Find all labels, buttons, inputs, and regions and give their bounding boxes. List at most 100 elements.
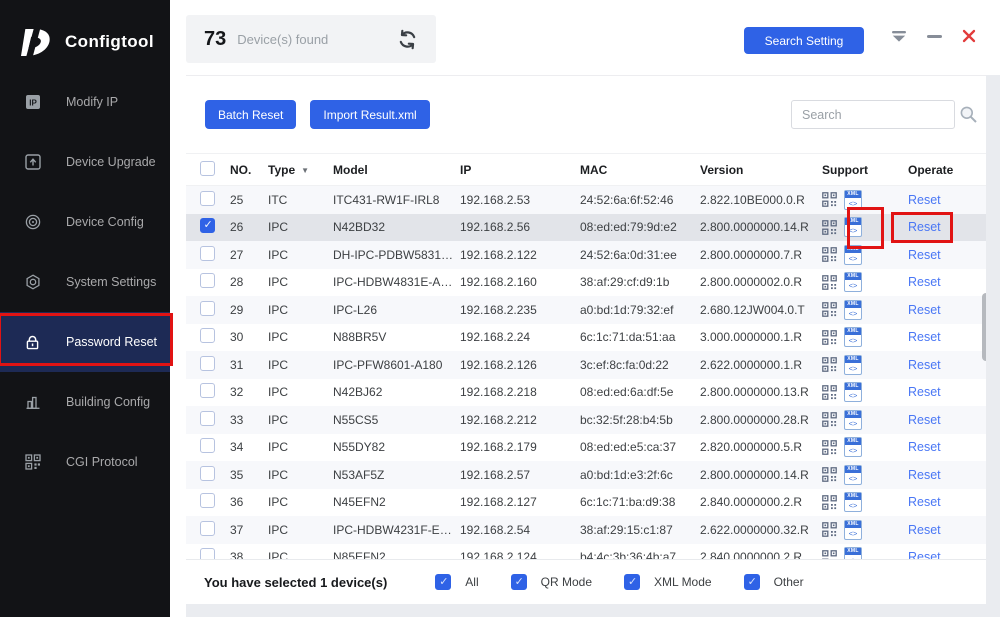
table-row[interactable]: 37 IPC IPC-HDBW4231F-E2-M 192.168.2.54 3… xyxy=(186,516,986,544)
reset-link[interactable]: Reset xyxy=(908,358,941,372)
cell-version: 2.800.0000000.14.R xyxy=(700,468,822,482)
close-icon[interactable] xyxy=(962,29,976,43)
xml-icon-code: <> xyxy=(845,363,861,374)
reset-link[interactable]: Reset xyxy=(908,193,941,207)
select-all-checkbox[interactable] xyxy=(200,161,215,176)
cell-support: XML <> xyxy=(822,465,908,485)
search-icon[interactable] xyxy=(959,105,978,124)
table-row[interactable]: 31 IPC IPC-PFW8601-A180 192.168.2.126 3c… xyxy=(186,351,986,379)
reset-link[interactable]: Reset xyxy=(908,330,941,344)
svg-text:IP: IP xyxy=(29,99,37,108)
filter-other[interactable]: Other xyxy=(744,574,804,590)
table-row[interactable]: 29 IPC IPC-L26 192.168.2.235 a0:bd:1d:79… xyxy=(186,296,986,324)
filter-qr-mode[interactable]: QR Mode xyxy=(511,574,592,590)
row-checkbox[interactable] xyxy=(200,191,215,206)
sidebar-item-device-config[interactable]: Device Config xyxy=(0,192,170,252)
table-row[interactable]: 35 IPC N53AF5Z 192.168.2.57 a0:bd:1d:e3:… xyxy=(186,461,986,489)
table-row[interactable]: 34 IPC N55DY82 192.168.2.179 08:ed:ed:e5… xyxy=(186,434,986,462)
row-checkbox[interactable] xyxy=(200,493,215,508)
refresh-icon[interactable] xyxy=(397,29,418,50)
sidebar-item-cgi-protocol[interactable]: CGI Protocol xyxy=(0,432,170,492)
search-setting-button[interactable]: Search Setting xyxy=(744,27,864,54)
table-row[interactable]: 27 IPC DH-IPC-PDBW5831N... 192.168.2.122… xyxy=(186,241,986,269)
toolbar: Batch Reset Import Result.xml xyxy=(205,100,430,129)
xml-icon-label: XML xyxy=(845,383,861,390)
row-checkbox[interactable] xyxy=(200,411,215,426)
row-checkbox[interactable] xyxy=(200,301,215,316)
footer-checkbox[interactable] xyxy=(511,574,527,590)
sort-icon[interactable]: ▼ xyxy=(301,166,309,175)
sidebar-item-modify-ip[interactable]: IP Modify IP xyxy=(0,72,170,132)
cell-mac: 38:af:29:cf:d9:1b xyxy=(580,275,700,289)
filter-all[interactable]: All xyxy=(435,574,478,590)
xml-icon-label: XML xyxy=(845,438,861,445)
sidebar-item-label: Device Config xyxy=(66,215,144,229)
row-checkbox[interactable] xyxy=(200,383,215,398)
footer-checkbox[interactable] xyxy=(435,574,451,590)
cell-type: IPC xyxy=(268,275,333,289)
cell-type: IPC xyxy=(268,248,333,262)
table-row[interactable]: 26 IPC N42BD32 192.168.2.56 08:ed:ed:79:… xyxy=(186,214,986,242)
cell-support: XML <> xyxy=(822,382,908,402)
row-checkbox[interactable] xyxy=(200,273,215,288)
cell-ip: 192.168.2.218 xyxy=(460,385,580,399)
filter-xml-mode[interactable]: XML Mode xyxy=(624,574,712,590)
xml-icon-label: XML xyxy=(845,273,861,280)
reset-link[interactable]: Reset xyxy=(908,220,941,234)
table-row[interactable]: 28 IPC IPC-HDBW4831E-ASE 192.168.2.160 3… xyxy=(186,269,986,297)
table-row[interactable]: 33 IPC N55CS5 192.168.2.212 bc:32:5f:28:… xyxy=(186,406,986,434)
search-input[interactable] xyxy=(791,100,955,129)
dropdown-caret-icon[interactable] xyxy=(891,31,907,42)
table-row[interactable]: 25 ITC ITC431-RW1F-IRL8 192.168.2.53 24:… xyxy=(186,186,986,214)
row-checkbox[interactable] xyxy=(200,328,215,343)
row-checkbox[interactable] xyxy=(200,438,215,453)
reset-link[interactable]: Reset xyxy=(908,248,941,262)
row-checkbox[interactable] xyxy=(200,356,215,371)
cell-version: 2.680.12JW004.0.T xyxy=(700,303,822,317)
import-result-button[interactable]: Import Result.xml xyxy=(310,100,429,129)
column-type[interactable]: Type▼ xyxy=(268,163,333,177)
reset-link[interactable]: Reset xyxy=(908,413,941,427)
reset-link[interactable]: Reset xyxy=(908,523,941,537)
table-row[interactable]: 32 IPC N42BJ62 192.168.2.218 08:ed:ed:6a… xyxy=(186,379,986,407)
modify-ip-icon: IP xyxy=(24,94,41,111)
table-row[interactable]: 36 IPC N45EFN2 192.168.2.127 6c:1c:71:ba… xyxy=(186,489,986,517)
right-margin xyxy=(986,75,1000,617)
table-row[interactable]: 30 IPC N88BR5V 192.168.2.24 6c:1c:71:da:… xyxy=(186,324,986,352)
xml-icon-code: <> xyxy=(845,500,861,511)
cell-no: 27 xyxy=(230,248,268,262)
sidebar-item-system-settings[interactable]: System Settings xyxy=(0,252,170,312)
cell-support: XML <> xyxy=(822,272,908,292)
reset-link[interactable]: Reset xyxy=(908,275,941,289)
batch-reset-button[interactable]: Batch Reset xyxy=(205,100,296,129)
row-checkbox[interactable] xyxy=(200,218,215,233)
sidebar-item-password-reset[interactable]: Password Reset xyxy=(0,312,170,372)
cell-type: IPC xyxy=(268,330,333,344)
dahua-logo-icon xyxy=(18,28,52,57)
cell-model: N88BR5V xyxy=(333,330,460,344)
reset-link[interactable]: Reset xyxy=(908,468,941,482)
cell-type: IPC xyxy=(268,303,333,317)
cell-ip: 192.168.2.56 xyxy=(460,220,580,234)
cell-no: 36 xyxy=(230,495,268,509)
cell-mac: 38:af:29:15:c1:87 xyxy=(580,523,700,537)
qr-code-icon xyxy=(822,412,837,427)
row-checkbox[interactable] xyxy=(200,246,215,261)
xml-icon-label: XML xyxy=(845,493,861,500)
reset-link[interactable]: Reset xyxy=(908,385,941,399)
content-card: Batch Reset Import Result.xml NO. Type▼ … xyxy=(186,75,986,604)
cell-model: IPC-HDBW4831E-ASE xyxy=(333,275,460,289)
app-logo: Configtool xyxy=(0,0,170,62)
cell-no: 25 xyxy=(230,193,268,207)
minimize-icon[interactable] xyxy=(927,35,942,38)
reset-link[interactable]: Reset xyxy=(908,303,941,317)
sidebar-item-device-upgrade[interactable]: Device Upgrade xyxy=(0,132,170,192)
footer-checkbox[interactable] xyxy=(744,574,760,590)
filter-label: XML Mode xyxy=(654,575,712,589)
reset-link[interactable]: Reset xyxy=(908,440,941,454)
row-checkbox[interactable] xyxy=(200,521,215,536)
row-checkbox[interactable] xyxy=(200,466,215,481)
footer-checkbox[interactable] xyxy=(624,574,640,590)
reset-link[interactable]: Reset xyxy=(908,495,941,509)
sidebar-item-building-config[interactable]: Building Config xyxy=(0,372,170,432)
